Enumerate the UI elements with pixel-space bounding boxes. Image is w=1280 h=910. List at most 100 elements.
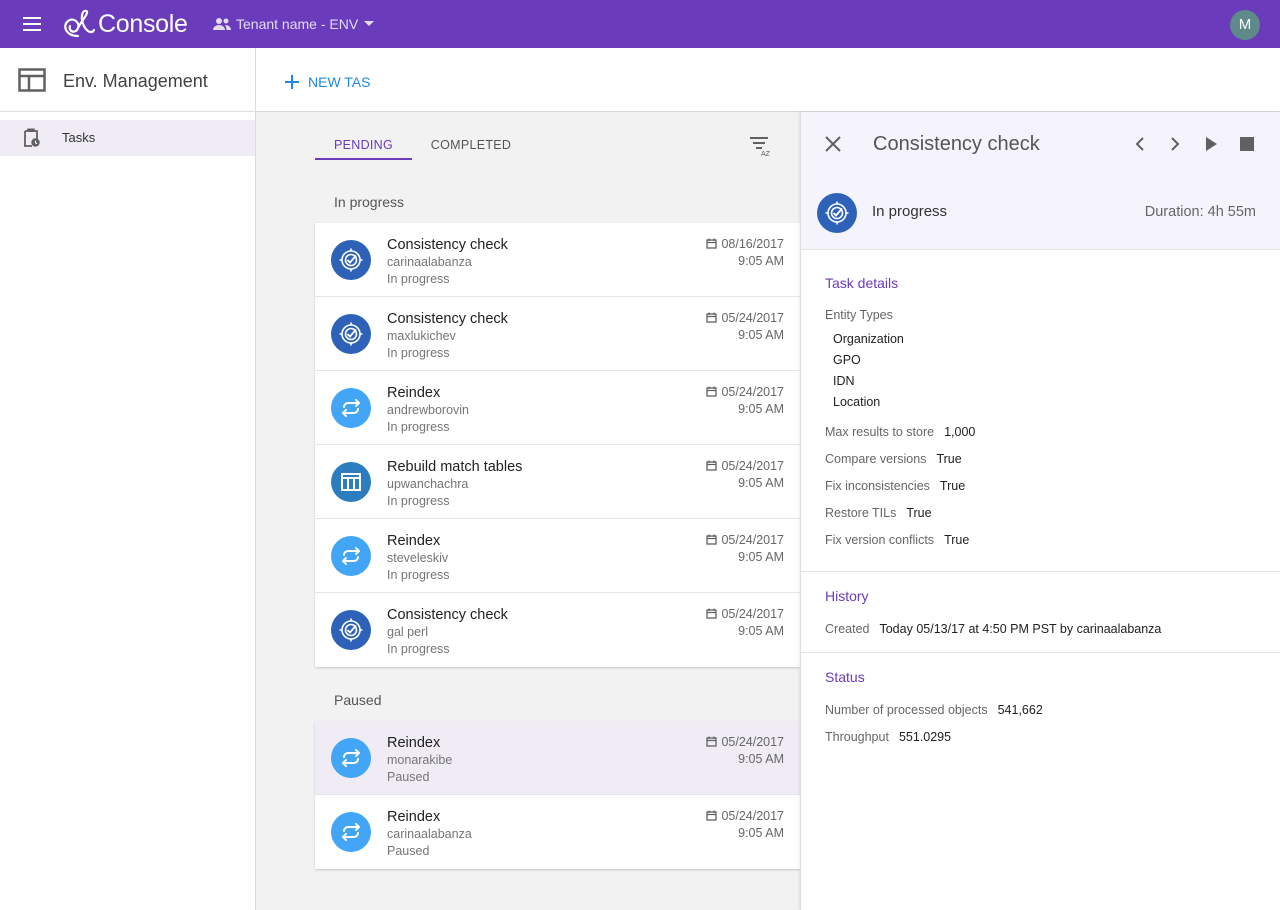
task-user: monarakibe [387, 753, 453, 767]
task-group-paused: Reindex monarakibe Paused 05/24/2017 9:05 AM… [315, 721, 800, 869]
sidebar-header: Env. Management [0, 48, 255, 112]
task-name: Reindex [387, 735, 441, 751]
task-row[interactable]: Reindex monarakibe Paused 05/24/2017 9:05 AM [315, 721, 800, 795]
chevron-left-icon[interactable] [1128, 132, 1152, 156]
play-icon[interactable] [1199, 132, 1223, 156]
section-divider [801, 652, 1280, 653]
detail-field-restore-tils: Restore TILs True [825, 506, 932, 520]
status-field-label: Throughput [825, 730, 889, 744]
task-date: 05/24/2017 9:05 AM [706, 808, 784, 842]
entity-type-item: Organization [833, 332, 904, 346]
calendar-icon [706, 809, 721, 823]
match-tables-icon [331, 462, 371, 502]
sidebar-item-label: Tasks [62, 130, 96, 145]
history-created: Created Today 05/13/17 at 4:50 PM PST by … [825, 622, 1161, 636]
task-group-in-progress: Consistency check carinaalabanza In progre… [315, 223, 800, 667]
tab-completed-label: COMPLETED [430, 138, 512, 152]
task-user: andrewborovin [387, 403, 469, 417]
consistency-check-icon [331, 240, 371, 280]
status-processed-objects: Number of processed objects 541,662 [825, 703, 1043, 717]
task-row[interactable]: Reindex carinaalabanza Paused 05/24/2017 9:0… [315, 795, 800, 869]
task-row[interactable]: Consistency check gal perl In progress 05/2… [315, 593, 800, 667]
detail-field-fix-inconsistencies: Fix inconsistencies True [825, 479, 965, 493]
task-date-value: 05/24/2017 [721, 809, 784, 823]
calendar-icon [706, 735, 721, 749]
detail-field-fix-version-conflicts: Fix version conflicts True [825, 533, 969, 547]
task-name: Reindex [387, 385, 441, 401]
sort-az-icon[interactable]: AZ [748, 134, 774, 158]
sidebar-item-tasks[interactable]: Tasks [0, 120, 255, 156]
chevron-right-icon[interactable] [1163, 132, 1187, 156]
task-row[interactable]: Reindex andrewborovin In progress 05/24/201… [315, 371, 800, 445]
detail-field-value: True [906, 506, 932, 520]
clipboard-clock-icon [24, 128, 40, 147]
status-field-value: 551.0295 [898, 730, 952, 744]
task-time-value: 9:05 AM [738, 402, 784, 416]
task-date: 05/24/2017 9:05 AM [706, 310, 784, 344]
task-name: Consistency check [387, 607, 508, 623]
tab-pending[interactable]: PENDING [315, 130, 412, 160]
calendar-icon [706, 311, 721, 325]
task-row[interactable]: Consistency check maxlukichev In progress 0… [315, 297, 800, 371]
status-field-value: 541,662 [997, 703, 1043, 717]
svg-text:AZ: AZ [761, 151, 771, 158]
task-date: 05/24/2017 9:05 AM [706, 734, 784, 768]
close-icon[interactable] [821, 132, 845, 156]
task-user: carinaalabanza [387, 827, 472, 841]
entity-types-label: Entity Types [825, 308, 893, 322]
app-logo[interactable]: Console [60, 8, 188, 40]
task-state: In progress [387, 272, 450, 286]
task-name: Reindex [387, 809, 441, 825]
entity-type-item: IDN [833, 374, 855, 388]
detail-field-max-results: Max results to store 1,000 [825, 425, 975, 439]
tab-pending-label: PENDING [333, 138, 394, 152]
detail-field-value: True [944, 533, 970, 547]
tenant-label: Tenant name - ENV [236, 16, 359, 32]
task-date: 05/24/2017 9:05 AM [706, 606, 784, 640]
caret-down-icon [364, 21, 375, 26]
calendar-icon [706, 607, 721, 621]
task-time-value: 9:05 AM [738, 826, 784, 840]
history-created-value: Today 05/13/17 at 4:50 PM PST by carinaa… [879, 622, 1162, 636]
stop-icon[interactable] [1235, 132, 1259, 156]
app-name: Console [98, 9, 188, 38]
detail-field-compare-versions: Compare versions True [825, 452, 962, 466]
main-toolbar: NEW TASK [256, 48, 1280, 112]
task-name: Consistency check [387, 311, 508, 327]
details-duration: Duration: 4h 55m [1144, 204, 1256, 220]
status-throughput: Throughput 551.0295 [825, 730, 951, 744]
task-time-value: 9:05 AM [738, 752, 784, 766]
calendar-icon [706, 385, 721, 399]
detail-field-value: True [936, 452, 962, 466]
reindex-icon [331, 536, 371, 576]
tab-completed[interactable]: COMPLETED [416, 130, 526, 160]
status-heading: Status [825, 669, 865, 685]
menu-icon[interactable] [20, 12, 44, 36]
consistency-check-icon [331, 610, 371, 650]
task-time-value: 9:05 AM [738, 624, 784, 638]
task-row[interactable]: Reindex steveleskiv In progress 05/24/2017 9… [315, 519, 800, 593]
task-name: Rebuild match tables [387, 459, 523, 475]
task-row[interactable]: Consistency check carinaalabanza In progre… [315, 223, 800, 297]
tenant-selector[interactable]: Tenant name - ENV [213, 13, 379, 35]
top-app-bar: Console Tenant name - ENV M [0, 0, 1280, 48]
task-date-value: 08/16/2017 [721, 237, 784, 251]
dashboard-layout-icon [18, 68, 46, 92]
task-user: gal perl [387, 625, 428, 639]
calendar-icon [706, 533, 721, 547]
task-row[interactable]: Rebuild match tables upwanchachra In progr… [315, 445, 800, 519]
plus-icon [285, 75, 299, 89]
sidebar-title: Env. Management [63, 71, 208, 91]
detail-field-label: Compare versions [825, 452, 927, 466]
task-time-value: 9:05 AM [738, 254, 784, 268]
task-details-panel: Consistency check In progress Duration: … [800, 112, 1280, 910]
detail-field-label: Restore TILs [825, 506, 897, 520]
task-date: 05/24/2017 9:05 AM [706, 458, 784, 492]
avatar[interactable]: M [1230, 10, 1260, 40]
task-user: carinaalabanza [387, 255, 472, 269]
detail-field-label: Fix version conflicts [825, 533, 935, 547]
task-state: Paused [387, 770, 430, 784]
new-task-button[interactable]: NEW TASK [284, 72, 370, 92]
task-date-value: 05/24/2017 [721, 311, 784, 325]
task-name: Consistency check [387, 237, 508, 253]
